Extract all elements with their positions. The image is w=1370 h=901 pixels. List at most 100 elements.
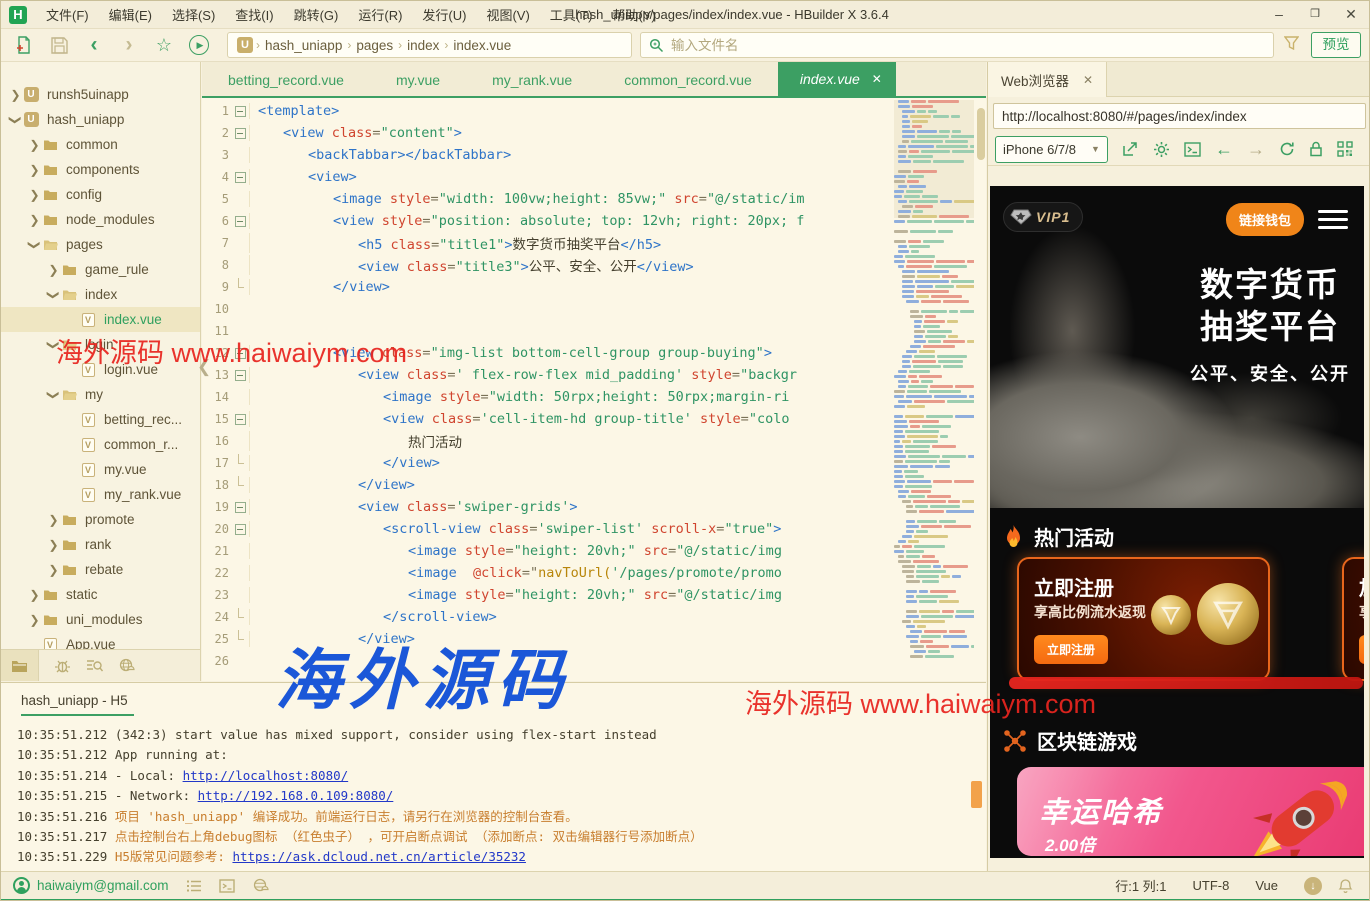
menu-item[interactable]: 编辑(E) — [99, 5, 162, 24]
tree-item-my.vue[interactable]: Vmy.vue — [1, 457, 200, 482]
line-number[interactable]: 15 — [202, 412, 234, 426]
menu-item[interactable]: 发行(U) — [412, 5, 476, 24]
devtools-console-icon[interactable] — [1184, 142, 1201, 157]
browser-forward-icon[interactable]: → — [1247, 139, 1265, 160]
fold-marker-icon[interactable] — [234, 100, 249, 122]
files-panel-tab[interactable] — [1, 650, 39, 681]
account-email[interactable]: haiwaiym@gmail.com — [37, 878, 169, 893]
file-search-bar[interactable] — [640, 32, 1274, 58]
close-button[interactable]: ✕ — [1333, 1, 1369, 29]
editor-tab-my.vue[interactable]: my.vue — [370, 62, 466, 96]
preview-button[interactable]: 预览 — [1311, 32, 1361, 58]
chevron-right-icon[interactable]: ❯ — [28, 613, 41, 627]
fold-marker-icon[interactable] — [234, 518, 249, 540]
breadcrumb-item[interactable]: hash_uniapp — [265, 38, 342, 53]
line-number[interactable]: 10 — [202, 302, 234, 316]
lucky-hash-card[interactable]: 幸运哈希 2.00倍 — [1017, 767, 1364, 856]
menu-item[interactable]: 查找(I) — [225, 5, 283, 24]
chevron-right-icon[interactable]: ❯ — [47, 563, 60, 577]
cursor-position[interactable]: 行:1 列:1 — [1115, 876, 1166, 895]
account-avatar-icon[interactable] — [13, 877, 30, 894]
notification-bell-icon[interactable] — [1338, 878, 1353, 894]
editor-tab-index.vue[interactable]: index.vue✕ — [778, 62, 896, 96]
second-promo-card-partial[interactable]: 加 享 注 — [1342, 557, 1364, 681]
hamburger-menu-icon[interactable] — [1318, 210, 1348, 229]
tree-item-node_modules[interactable]: ❯node_modules — [1, 207, 200, 232]
sync-cloud-icon[interactable] — [252, 878, 270, 893]
console-link[interactable]: http://192.168.0.109:8080/ — [198, 788, 394, 803]
menu-item[interactable]: 文件(F) — [36, 5, 99, 24]
chevron-right-icon[interactable]: ❯ — [9, 88, 22, 102]
line-number[interactable]: 16 — [202, 434, 234, 448]
console-link[interactable]: https://ask.dcloud.net.cn/article/35232 — [232, 849, 526, 864]
chevron-down-icon[interactable]: ❯ — [28, 238, 42, 251]
line-number[interactable]: 7 — [202, 236, 234, 250]
vip-badge[interactable]: VIP1 — [1003, 202, 1083, 232]
cloud-globe-icon[interactable] — [118, 658, 136, 673]
line-number[interactable]: 5 — [202, 192, 234, 206]
download-update-icon[interactable]: ↓ — [1304, 877, 1322, 895]
menu-item[interactable]: 跳转(G) — [284, 5, 349, 24]
browser-back-icon[interactable]: ← — [1215, 139, 1233, 160]
line-number[interactable]: 4 — [202, 170, 234, 184]
promo2-button-partial[interactable]: 注 — [1359, 635, 1364, 664]
connect-wallet-button[interactable]: 链接钱包 — [1226, 203, 1304, 236]
chevron-right-icon[interactable]: ❯ — [47, 263, 60, 277]
breadcrumb-item[interactable]: pages — [356, 38, 393, 53]
editor-tab-common_record.vue[interactable]: common_record.vue — [598, 62, 778, 96]
save-icon[interactable] — [48, 34, 70, 56]
line-number[interactable]: 6 — [202, 214, 234, 228]
tree-item-rank[interactable]: ❯rank — [1, 532, 200, 557]
file-encoding[interactable]: UTF-8 — [1193, 878, 1230, 893]
console-scrollbar-thumb[interactable] — [971, 781, 982, 808]
menu-item[interactable]: 运行(R) — [348, 5, 412, 24]
terminal-icon[interactable] — [219, 879, 235, 893]
run-icon[interactable]: ▶ — [188, 34, 210, 56]
tree-item-game_rule[interactable]: ❯game_rule — [1, 257, 200, 282]
tree-item-promote[interactable]: ❯promote — [1, 507, 200, 532]
line-number[interactable]: 3 — [202, 148, 234, 162]
breadcrumb-item[interactable]: index — [407, 38, 439, 53]
line-number[interactable]: 17 — [202, 456, 234, 470]
fold-marker-icon[interactable] — [234, 122, 249, 144]
editor-scrollbar-thumb[interactable] — [977, 108, 985, 160]
outline-list-icon[interactable] — [186, 879, 202, 893]
maximize-button[interactable]: ❒ — [1297, 1, 1333, 29]
chevron-right-icon[interactable]: ❯ — [28, 138, 41, 152]
chevron-down-icon[interactable]: ❯ — [47, 288, 61, 301]
device-selector[interactable]: iPhone 6/7/8 ▼ — [995, 136, 1108, 163]
tab-close-icon[interactable]: ✕ — [872, 61, 882, 97]
tree-item-index[interactable]: ❯index — [1, 282, 200, 307]
chevron-down-icon[interactable]: ❯ — [47, 388, 61, 401]
tree-item-my[interactable]: ❯my — [1, 382, 200, 407]
line-number[interactable]: 1 — [202, 104, 234, 118]
chevron-right-icon[interactable]: ❯ — [47, 513, 60, 527]
line-number[interactable]: 26 — [202, 654, 234, 668]
fold-marker-icon[interactable] — [234, 496, 249, 518]
menu-item[interactable]: 选择(S) — [162, 5, 225, 24]
line-number[interactable]: 23 — [202, 588, 234, 602]
line-number[interactable]: 19 — [202, 500, 234, 514]
line-number[interactable]: 24 — [202, 610, 234, 624]
new-file-icon[interactable] — [13, 34, 35, 56]
breadcrumb-item[interactable]: index.vue — [453, 38, 511, 53]
file-type[interactable]: Vue — [1255, 878, 1278, 893]
nav-back-icon[interactable]: ‹ — [83, 34, 105, 56]
register-promo-card[interactable]: 立即注册 享高比例流水返现 立即注册 — [1017, 557, 1270, 681]
chevron-right-icon[interactable]: ❯ — [28, 588, 41, 602]
tree-item-static[interactable]: ❯static — [1, 582, 200, 607]
lock-icon[interactable] — [1309, 141, 1323, 157]
tree-item-runsh5uinapp[interactable]: ❯Urunsh5uinapp — [1, 82, 200, 107]
chevron-right-icon[interactable]: ❯ — [28, 188, 41, 202]
refresh-icon[interactable] — [1279, 141, 1295, 157]
code-area[interactable]: 1<template>2<view class="content">3<back… — [202, 100, 892, 681]
settings-gear-icon[interactable] — [1153, 141, 1170, 158]
line-number[interactable]: 25 — [202, 632, 234, 646]
tree-item-config[interactable]: ❯config — [1, 182, 200, 207]
tree-item-common[interactable]: ❯common — [1, 132, 200, 157]
search-in-files-icon[interactable] — [86, 658, 103, 673]
tree-item-components[interactable]: ❯components — [1, 157, 200, 182]
tree-item-pages[interactable]: ❯pages — [1, 232, 200, 257]
debug-bug-icon[interactable] — [54, 658, 71, 673]
fold-marker-icon[interactable] — [234, 408, 249, 430]
